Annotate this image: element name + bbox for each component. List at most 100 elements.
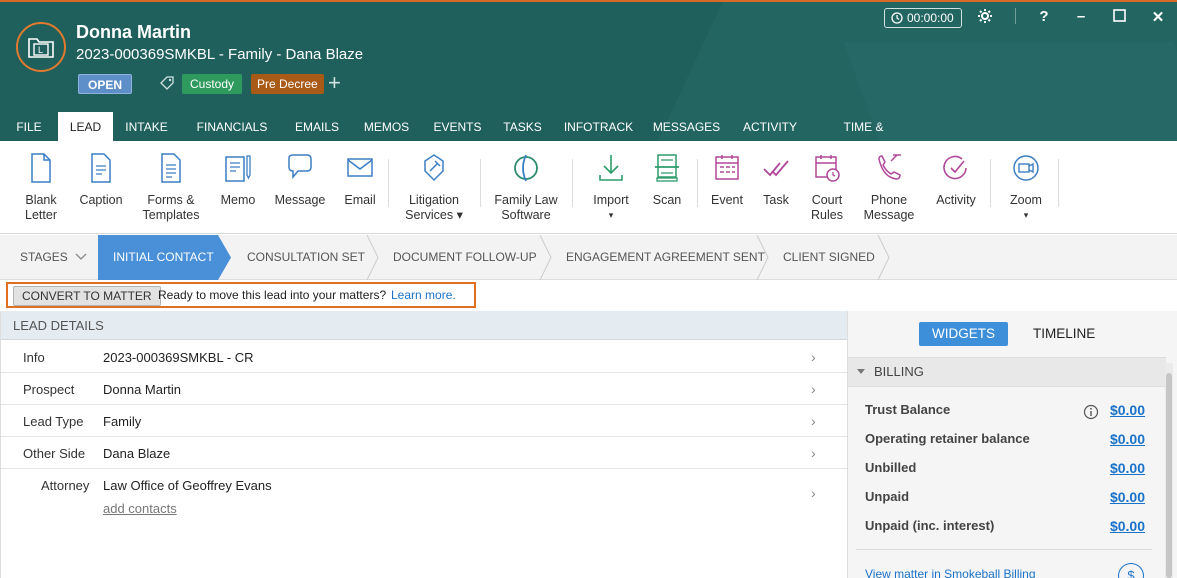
task-button[interactable]: Task	[757, 153, 795, 208]
lead-row-attorney[interactable]: Attorney Law Office of Geoffrey Evans ad…	[1, 469, 848, 521]
billing-value-link[interactable]: $0.00	[1110, 518, 1145, 534]
lead-row-info[interactable]: Info 2023-000369SMKBL - CR ›	[1, 341, 848, 373]
tab-intake[interactable]: INTAKE	[113, 112, 180, 141]
phone-message-button[interactable]: Phone Message	[863, 153, 915, 223]
matter-description: 2023-000369SMKBL - Family - Dana Blaze	[76, 46, 364, 63]
tag-custody[interactable]: Custody	[182, 74, 243, 94]
lead-row-label: Lead Type	[23, 414, 84, 429]
tab-emails[interactable]: EMAILS	[284, 112, 350, 141]
forms-templates-button[interactable]: Forms & Templates	[140, 153, 202, 223]
close-button[interactable]: ✕	[1148, 8, 1168, 26]
gear-icon[interactable]	[975, 8, 995, 28]
zoom-button[interactable]: Zoom ▾	[1006, 153, 1046, 223]
tag-icon[interactable]	[159, 75, 175, 94]
billing-value-link[interactable]: $0.00	[1110, 489, 1145, 505]
blank-letter-button[interactable]: Blank Letter	[18, 153, 64, 223]
learn-more-link[interactable]: Learn more.	[391, 288, 456, 302]
timer-button[interactable]: 00:00:00	[884, 8, 962, 28]
stages-dropdown[interactable]: STAGES	[20, 235, 87, 280]
timeline-tab-button[interactable]: TIMELINE	[1033, 322, 1095, 346]
svg-text:L: L	[38, 45, 43, 55]
status-badge[interactable]: OPEN	[78, 74, 133, 94]
billing-value-link[interactable]: $0.00	[1110, 460, 1145, 476]
chevron-right-icon[interactable]: ›	[811, 381, 816, 397]
activity-button[interactable]: Activity	[930, 153, 982, 208]
family-law-software-button[interactable]: Family Law Software	[492, 153, 560, 223]
maximize-button[interactable]	[1109, 9, 1129, 26]
tab-financials[interactable]: FINANCIALS	[180, 112, 284, 141]
chevron-right-icon[interactable]: ›	[811, 485, 816, 501]
widgets-tab-button[interactable]: WIDGETS	[919, 322, 1008, 346]
dropdown-arrow-icon: ▾	[608, 210, 614, 220]
tab-events[interactable]: EVENTS	[423, 112, 492, 141]
lead-row-value: 2023-000369SMKBL - CR	[103, 350, 254, 365]
phone-message-label: Message	[863, 208, 915, 222]
help-button[interactable]: ?	[1034, 8, 1054, 25]
lead-row-prospect[interactable]: Prospect Donna Martin ›	[1, 373, 848, 405]
lead-row-other-side[interactable]: Other Side Dana Blaze ›	[1, 437, 848, 469]
tab-memos[interactable]: MEMOS	[350, 112, 423, 141]
info-icon[interactable]	[1083, 404, 1099, 423]
dollar-icon[interactable]: $	[1118, 563, 1144, 578]
event-button[interactable]: Event	[707, 153, 747, 208]
tab-messages[interactable]: MESSAGES	[644, 112, 729, 141]
checkmark-icon	[763, 160, 789, 177]
task-label: Task	[763, 193, 789, 207]
add-contacts-link[interactable]: add contacts	[103, 501, 177, 516]
calendar-icon	[715, 155, 739, 180]
litigation-services-button[interactable]: Litigation Services ▾	[402, 153, 466, 223]
stage-initial-contact[interactable]: INITIAL CONTACT	[113, 235, 214, 280]
stage-document-follow-up[interactable]: DOCUMENT FOLLOW-UP	[393, 235, 537, 280]
convert-to-matter-button[interactable]: CONVERT TO MATTER	[13, 286, 161, 306]
billing-value-link[interactable]: $0.00	[1110, 431, 1145, 447]
document-icon	[31, 153, 51, 183]
stage-client-signed[interactable]: CLIENT SIGNED	[783, 235, 875, 280]
lead-row-label: Prospect	[23, 382, 75, 397]
billing-row-trust-balance: Trust Balance $0.00	[865, 402, 1145, 422]
stage-separator	[539, 235, 552, 280]
add-tag-button[interactable]: +	[328, 72, 341, 94]
chevron-right-icon[interactable]: ›	[811, 413, 816, 429]
tab-tasks[interactable]: TASKS	[492, 112, 553, 141]
matter-header: L Donna Martin 2023-000369SMKBL - Family…	[0, 0, 1177, 141]
scrollbar-thumb[interactable]	[1166, 373, 1172, 578]
minimize-button[interactable]: –	[1071, 8, 1091, 25]
timer-value: 00:00:00	[907, 11, 954, 25]
billing-section-header[interactable]: BILLING	[848, 357, 1166, 387]
memo-button[interactable]: Memo	[216, 153, 260, 208]
family-law-label: Family Law	[494, 193, 558, 207]
email-button[interactable]: Email	[340, 153, 380, 208]
stage-consultation-set[interactable]: CONSULTATION SET	[247, 235, 365, 280]
gavel-icon	[424, 154, 444, 182]
scan-label: Scan	[652, 193, 682, 207]
stage-engagement-agreement-sent[interactable]: ENGAGEMENT AGREEMENT SENT	[566, 235, 765, 280]
court-calendar-icon	[815, 155, 840, 182]
lead-row-value: Donna Martin	[103, 382, 182, 397]
billing-title: BILLING	[874, 364, 924, 379]
ribbon-divider	[697, 159, 698, 207]
tab-file[interactable]: FILE	[0, 112, 58, 141]
caption-button[interactable]: Caption	[78, 153, 124, 208]
billing-label: Operating retainer balance	[865, 431, 1030, 446]
message-button[interactable]: Message	[274, 153, 326, 208]
widgets-scrollbar[interactable]	[1165, 363, 1173, 578]
chevron-right-icon[interactable]: ›	[811, 445, 816, 461]
lead-details-title: LEAD DETAILS	[1, 311, 848, 340]
tab-infotrack[interactable]: INFOTRACK	[553, 112, 644, 141]
chevron-right-icon[interactable]: ›	[811, 349, 816, 365]
court-rules-button[interactable]: Court Rules	[805, 153, 849, 223]
scan-button[interactable]: Scan	[648, 153, 686, 208]
matter-logo-icon: L	[16, 22, 66, 72]
tab-lead[interactable]: LEAD	[58, 112, 113, 141]
billing-value-link[interactable]: $0.00	[1110, 402, 1145, 418]
import-button[interactable]: Import ▾	[588, 153, 634, 223]
ribbon-divider	[480, 159, 481, 207]
caption-label: Caption	[79, 193, 123, 207]
tab-time-expenses[interactable]: TIME & EXPENSES	[811, 112, 916, 141]
tag-pre-decree[interactable]: Pre Decree	[251, 74, 324, 94]
tab-activity[interactable]: ACTIVITY	[729, 112, 811, 141]
convert-message: Ready to move this lead into your matter…	[158, 288, 387, 302]
billing-label: Unpaid (inc. interest)	[865, 518, 995, 533]
lead-row-lead-type[interactable]: Lead Type Family ›	[1, 405, 848, 437]
view-in-billing-link[interactable]: View matter in Smokeball Billing	[865, 567, 1036, 578]
